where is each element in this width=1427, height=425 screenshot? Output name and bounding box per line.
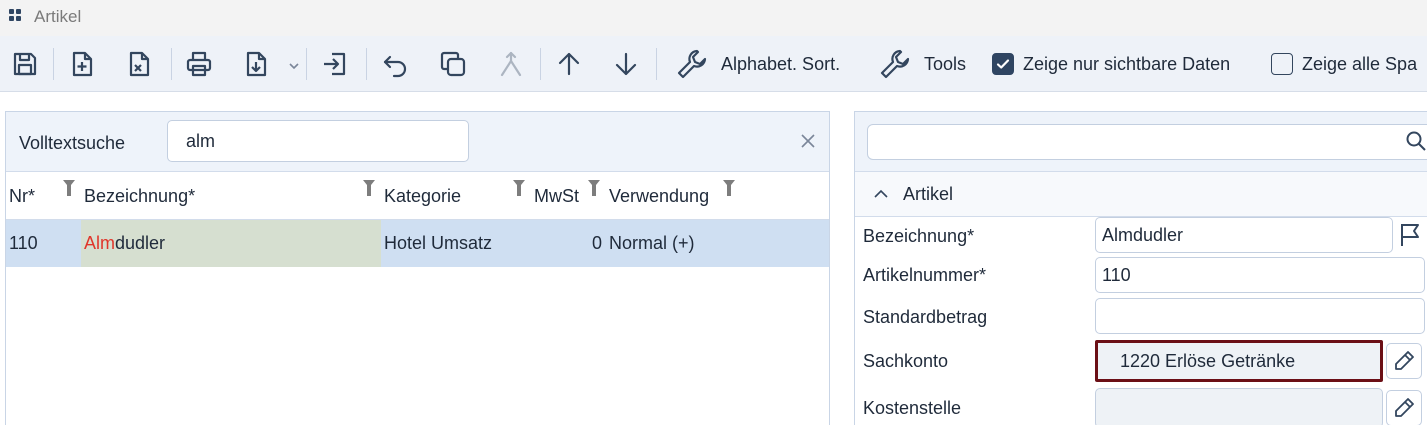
edit-kostenstelle-button[interactable] (1386, 390, 1422, 425)
checkbox-checked[interactable] (992, 53, 1014, 75)
export-button[interactable] (238, 46, 274, 82)
field-label-sachkonto: Sachkonto (863, 351, 949, 371)
pencil-icon (1395, 398, 1414, 417)
field-label-kostenstelle: Kostenstelle (863, 398, 962, 418)
check-icon (996, 59, 1010, 69)
save-icon (13, 52, 37, 76)
wrench-icon (677, 49, 707, 79)
cell-verwendung: Normal (+) (609, 233, 695, 253)
tools-button[interactable]: Tools (878, 46, 966, 82)
export-dropdown-button[interactable] (284, 46, 304, 82)
show-all-label: Zeige alle Spa (1302, 53, 1418, 74)
section-title: Artikel (903, 184, 954, 204)
search-input[interactable] (167, 120, 469, 162)
article-list-panel: Volltextsuche Nr* Bezeichnung* Kategorie… (5, 111, 830, 425)
edit-sachkonto-button[interactable] (1386, 343, 1422, 379)
cell-kategorie: Hotel Umsatz (384, 233, 493, 253)
standardbetrag-field[interactable] (1095, 298, 1425, 334)
printer-icon (186, 51, 212, 77)
app-icon (9, 9, 21, 21)
field-label-bezeichnung: Bezeichnung* (863, 226, 975, 246)
copy-icon (440, 51, 466, 77)
close-icon[interactable] (799, 132, 817, 150)
copy-button[interactable] (435, 46, 471, 82)
filter-icon[interactable] (63, 180, 75, 196)
sachkonto-field[interactable]: 1220 Erlöse Getränke (1095, 340, 1383, 382)
tools-label: Tools (924, 53, 967, 74)
artikelnummer-field[interactable]: 110 (1095, 257, 1425, 293)
toolbar: Alphabet. Sort. Tools Zeige nur sichtbar… (0, 36, 1427, 92)
save-button[interactable] (7, 46, 43, 82)
column-bezeichnung[interactable]: Bezeichnung* (84, 186, 195, 207)
cell-mwst: 0 (592, 233, 603, 253)
visible-only-checkbox[interactable]: Zeige nur sichtbare Daten (992, 46, 1230, 82)
pencil-icon (1395, 351, 1414, 370)
table-header: Nr* Bezeichnung* Kategorie MwSt Verwendu… (6, 172, 829, 220)
show-all-checkbox[interactable]: Zeige alle Spa (1271, 46, 1417, 82)
window-title: Artikel (34, 7, 82, 26)
chevron-down-icon (289, 63, 299, 70)
move-up-button[interactable] (551, 46, 587, 82)
alphabet-sort-button[interactable]: Alphabet. Sort. (675, 46, 840, 82)
cell-bezeichnung: Almdudler (84, 233, 165, 254)
filter-icon[interactable] (588, 180, 600, 196)
chevron-up-icon (874, 189, 888, 198)
filter-icon[interactable] (723, 180, 735, 196)
detail-search-input[interactable] (867, 124, 1427, 160)
fulltext-search-bar: Volltextsuche (6, 112, 829, 172)
delete-document-button[interactable] (121, 46, 157, 82)
field-label-artikelnummer: Artikelnummer* (863, 265, 987, 285)
new-document-button[interactable] (64, 46, 100, 82)
file-x-icon (129, 51, 150, 77)
field-label-standardbetrag: Standardbetrag (863, 307, 988, 327)
search-match-highlight: Alm (84, 233, 115, 253)
search-label: Volltextsuche (19, 133, 126, 153)
print-button[interactable] (181, 46, 217, 82)
merge-button[interactable] (493, 46, 529, 82)
section-header-artikel[interactable]: Artikel (855, 172, 1427, 217)
article-detail-panel: Artikel Bezeichnung* Almdudler Artikelnu… (854, 111, 1427, 425)
checkbox-unchecked[interactable] (1271, 53, 1293, 75)
merge-icon (500, 51, 522, 77)
table-row[interactable]: 110 Almdudler Hotel Umsatz 0 Normal (+) (6, 220, 829, 267)
arrow-down-icon (615, 52, 637, 76)
import-button[interactable] (317, 46, 353, 82)
cell-bezeichnung-rest: dudler (115, 233, 166, 253)
bezeichnung-field[interactable]: Almdudler (1095, 217, 1393, 253)
wrench-icon (880, 49, 910, 79)
sign-in-icon (324, 52, 346, 76)
column-mwst[interactable]: MwSt (534, 186, 579, 207)
undo-icon (383, 55, 407, 78)
file-plus-icon (72, 51, 93, 77)
column-verwendung[interactable]: Verwendung (609, 186, 709, 207)
alphabet-sort-label: Alphabet. Sort. (721, 53, 841, 74)
visible-only-label: Zeige nur sichtbare Daten (1023, 53, 1231, 74)
file-download-icon (246, 51, 267, 77)
move-down-button[interactable] (608, 46, 644, 82)
arrow-up-icon (558, 52, 580, 76)
filter-icon[interactable] (513, 180, 525, 196)
column-kategorie[interactable]: Kategorie (384, 186, 461, 207)
column-nr[interactable]: Nr* (9, 186, 35, 207)
kostenstelle-field[interactable] (1095, 388, 1383, 425)
undo-button[interactable] (378, 46, 414, 82)
flag-icon[interactable] (1398, 222, 1422, 248)
search-icon[interactable] (1405, 130, 1427, 152)
title-bar: Artikel (0, 0, 1427, 36)
cell-nr: 110 (9, 233, 38, 253)
filter-icon[interactable] (363, 180, 375, 196)
